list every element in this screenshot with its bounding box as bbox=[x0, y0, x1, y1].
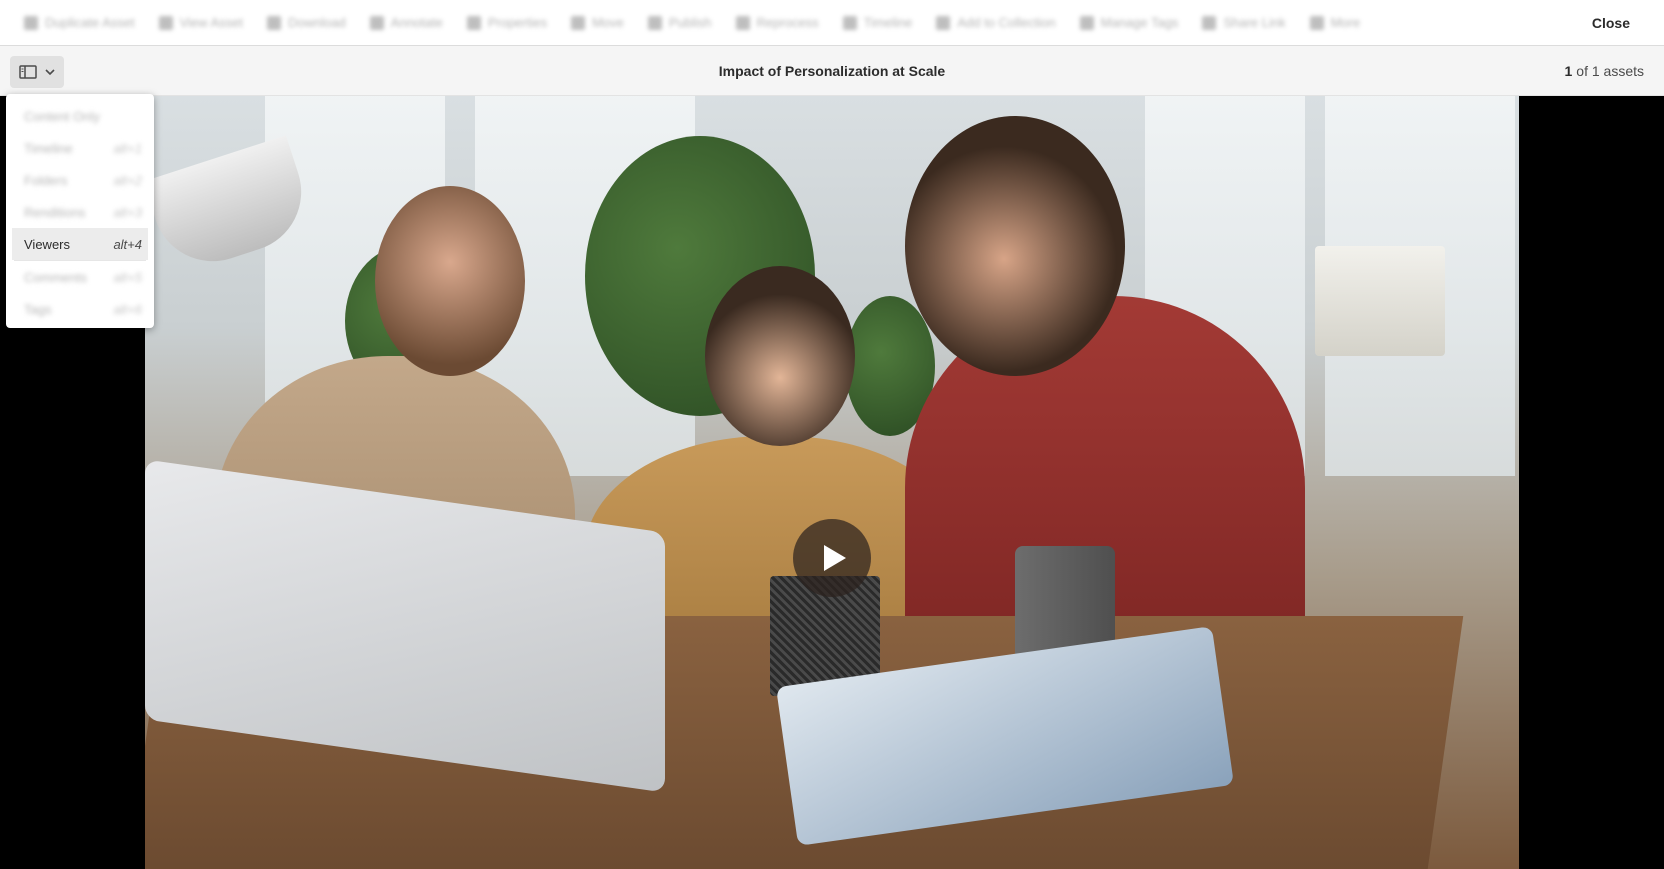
action-move-button[interactable]: Move bbox=[561, 8, 634, 38]
action-label: View Asset bbox=[179, 15, 243, 30]
menu-item-label: Folders bbox=[24, 172, 68, 188]
info-icon bbox=[466, 15, 481, 30]
collection-icon bbox=[936, 15, 951, 30]
action-bar: Duplicate Asset View Asset Download Anno… bbox=[0, 0, 1664, 46]
menu-item-content-only[interactable]: Content Only bbox=[12, 100, 148, 132]
annotate-icon bbox=[369, 15, 384, 30]
chevron-down-icon bbox=[45, 69, 55, 76]
menu-item-shortcut: alt+6 bbox=[113, 301, 142, 317]
action-tags-button[interactable]: Manage Tags bbox=[1070, 8, 1189, 38]
more-icon bbox=[1309, 15, 1324, 30]
asset-counter-current: 1 bbox=[1564, 63, 1573, 79]
action-label: Reprocess bbox=[756, 15, 819, 30]
action-properties-button[interactable]: Properties bbox=[457, 8, 557, 38]
close-button[interactable]: Close bbox=[1592, 0, 1630, 46]
action-label: Publish bbox=[668, 15, 712, 30]
download-icon bbox=[266, 15, 281, 30]
menu-item-tags[interactable]: Tags alt+6 bbox=[12, 293, 148, 325]
rail-dropdown-menu: Content Only Timeline alt+1 Folders alt+… bbox=[6, 94, 154, 328]
rail-panel-icon bbox=[19, 65, 37, 79]
action-collection-button[interactable]: Add to Collection bbox=[926, 8, 1065, 38]
action-label: Move bbox=[592, 15, 624, 30]
menu-item-label: Timeline bbox=[24, 140, 73, 156]
action-label: More bbox=[1330, 15, 1361, 30]
move-icon bbox=[571, 15, 586, 30]
copy-icon bbox=[24, 15, 38, 30]
title-bar: Impact of Personalization at Scale 1 of … bbox=[0, 46, 1664, 96]
menu-item-label: Tags bbox=[24, 301, 52, 317]
action-publish-button[interactable]: Publish bbox=[638, 8, 722, 38]
action-more-button[interactable]: More bbox=[1300, 8, 1371, 38]
action-timeline-button[interactable]: Timeline bbox=[833, 8, 923, 38]
menu-item-shortcut: alt+4 bbox=[113, 236, 142, 252]
publish-icon bbox=[647, 15, 662, 30]
menu-item-shortcut: alt+3 bbox=[113, 204, 142, 220]
action-label: Annotate bbox=[390, 15, 443, 30]
action-label: Add to Collection bbox=[957, 15, 1056, 30]
action-share-button[interactable]: Share Link bbox=[1192, 8, 1295, 38]
action-reprocess-button[interactable]: Reprocess bbox=[726, 8, 829, 38]
menu-item-shortcut: alt+2 bbox=[113, 172, 142, 188]
action-duplicate-button[interactable]: Duplicate Asset bbox=[14, 8, 145, 38]
video-player[interactable] bbox=[145, 96, 1519, 869]
action-annotate-button[interactable]: Annotate bbox=[360, 8, 453, 38]
eye-icon bbox=[158, 15, 173, 30]
action-label: Properties bbox=[487, 15, 548, 30]
menu-item-renditions[interactable]: Renditions alt+3 bbox=[12, 196, 148, 228]
refresh-icon bbox=[735, 15, 750, 30]
tag-icon bbox=[1079, 15, 1094, 30]
menu-item-timeline[interactable]: Timeline alt+1 bbox=[12, 132, 148, 164]
play-button[interactable] bbox=[793, 519, 871, 597]
menu-item-label: Content Only bbox=[24, 108, 100, 124]
menu-item-shortcut: alt+5 bbox=[113, 269, 142, 285]
play-icon bbox=[823, 545, 846, 571]
action-label: Manage Tags bbox=[1100, 15, 1179, 30]
action-view-button[interactable]: View Asset bbox=[149, 8, 253, 38]
menu-item-shortcut: alt+1 bbox=[113, 140, 142, 156]
asset-counter-total: of 1 assets bbox=[1576, 63, 1644, 79]
link-icon bbox=[1202, 15, 1217, 30]
media-stage bbox=[0, 96, 1664, 869]
menu-item-label: Comments bbox=[24, 269, 87, 285]
menu-item-label: Renditions bbox=[24, 204, 86, 220]
asset-counter: 1 of 1 assets bbox=[1565, 46, 1645, 96]
action-label: Duplicate Asset bbox=[45, 15, 135, 30]
menu-item-viewers[interactable]: Viewers alt+4 bbox=[12, 228, 148, 260]
action-download-button[interactable]: Download bbox=[257, 8, 356, 38]
action-label: Download bbox=[287, 15, 346, 30]
menu-item-label: Viewers bbox=[24, 236, 71, 252]
menu-item-comments[interactable]: Comments alt+5 bbox=[12, 261, 148, 293]
clock-icon bbox=[842, 15, 857, 30]
rail-toggle-button[interactable] bbox=[10, 56, 64, 88]
page-title: Impact of Personalization at Scale bbox=[718, 63, 946, 79]
action-label: Timeline bbox=[863, 15, 913, 30]
action-label: Share Link bbox=[1223, 15, 1286, 30]
menu-item-folders[interactable]: Folders alt+2 bbox=[12, 164, 148, 196]
